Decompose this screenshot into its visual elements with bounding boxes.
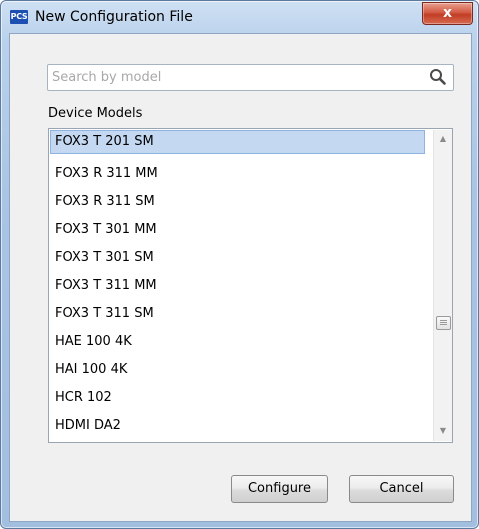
list-item[interactable]: FOX3 T 301 SM: [50, 244, 427, 272]
dialog-window: PCS New Configuration File x Device Mode…: [0, 0, 479, 529]
list-item[interactable]: HCR 102: [50, 384, 427, 412]
grip-line: [440, 320, 447, 321]
configure-button[interactable]: Configure: [231, 475, 328, 503]
device-models-label: Device Models: [48, 106, 143, 121]
search-field[interactable]: [47, 64, 454, 91]
device-models-list[interactable]: FOX3 T 201 SM FOX3 R 311 MM FOX3 R 311 S…: [48, 128, 453, 443]
list-item[interactable]: FOX3 T 201 SM: [50, 130, 425, 154]
title-bar[interactable]: PCS New Configuration File x: [1, 1, 478, 35]
scroll-thumb[interactable]: [436, 316, 451, 330]
close-button[interactable]: x: [422, 2, 473, 25]
search-input[interactable]: [52, 68, 422, 86]
list-item[interactable]: FOX3 T 311 SM: [50, 300, 427, 328]
list-item[interactable]: HDMI DA2: [50, 412, 427, 440]
grip-line: [440, 322, 447, 323]
dialog-content: Device Models FOX3 T 201 SM FOX3 R 311 M…: [9, 33, 472, 522]
list-item[interactable]: FOX3 T 301 MM: [50, 216, 427, 244]
list-item[interactable]: HAE 100 4K: [50, 328, 427, 356]
grip-line: [440, 324, 447, 325]
window-title: New Configuration File: [35, 9, 193, 25]
list-item[interactable]: HAI 100 4K: [50, 356, 427, 384]
vertical-scrollbar[interactable]: ▲ ▼: [433, 130, 452, 441]
list-item[interactable]: FOX3 R 311 MM: [50, 160, 427, 188]
cancel-button[interactable]: Cancel: [349, 475, 454, 503]
app-logo-icon: PCS: [10, 10, 28, 24]
scroll-up-icon[interactable]: ▲: [438, 134, 448, 144]
list-item[interactable]: FOX3 R 311 SM: [50, 188, 427, 216]
scroll-down-icon[interactable]: ▼: [438, 426, 448, 436]
list-items: FOX3 T 201 SM FOX3 R 311 MM FOX3 R 311 S…: [50, 130, 427, 440]
list-item[interactable]: FOX3 T 311 MM: [50, 272, 427, 300]
search-icon[interactable]: [429, 68, 447, 86]
